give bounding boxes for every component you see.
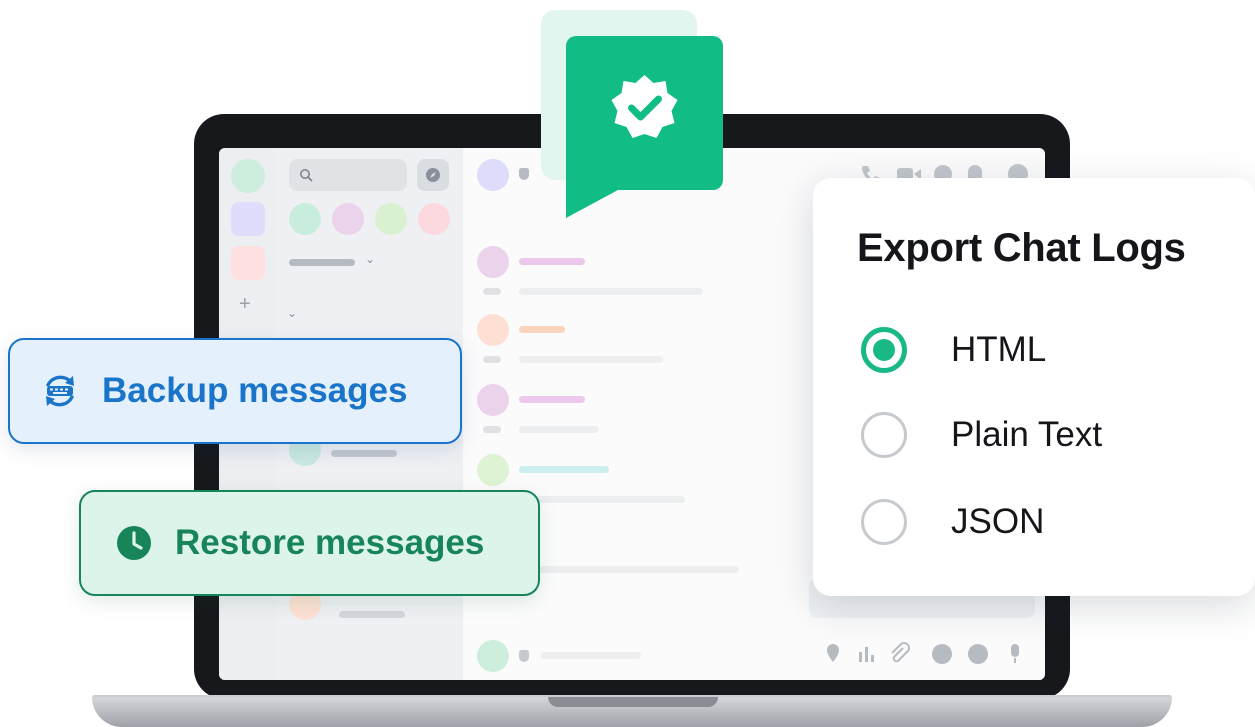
- radio-button[interactable]: [861, 412, 907, 458]
- message-author: [519, 466, 609, 473]
- format-option-plain-text[interactable]: Plain Text: [861, 407, 1231, 463]
- export-chat-logs-card: Export Chat Logs HTML Plain Text JSON: [813, 178, 1255, 596]
- emoji-icon: [932, 644, 952, 664]
- message-line: [519, 356, 663, 363]
- message-line: [483, 426, 501, 433]
- chevron-down-icon[interactable]: ⌄: [287, 306, 297, 320]
- paperclip-icon: [891, 642, 910, 663]
- message-author: [519, 258, 585, 265]
- search-input[interactable]: [289, 159, 407, 191]
- server-avatar[interactable]: [231, 246, 265, 280]
- message-avatar: [477, 314, 509, 346]
- story-avatar[interactable]: [289, 203, 321, 235]
- chevron-down-icon[interactable]: ⌄: [365, 252, 375, 266]
- message-line: [519, 288, 703, 295]
- message-line: [483, 356, 501, 363]
- location-icon: [827, 644, 839, 662]
- shield-icon: [519, 650, 529, 662]
- message-avatar: [477, 454, 509, 486]
- composer-avatar: [477, 640, 509, 672]
- format-option-html[interactable]: HTML: [861, 322, 1231, 378]
- backup-label: Backup messages: [102, 371, 408, 410]
- explore-button[interactable]: [417, 159, 449, 191]
- format-option-json[interactable]: JSON: [861, 494, 1231, 550]
- chat-name: [339, 611, 405, 618]
- search-icon: [300, 169, 313, 182]
- restore-messages-button[interactable]: Restore messages: [79, 490, 540, 596]
- composer-input[interactable]: [541, 652, 641, 659]
- chat-name: [331, 450, 397, 457]
- message-author: [519, 396, 585, 403]
- compass-icon: [426, 168, 440, 182]
- clock-icon: [117, 526, 151, 560]
- message-line: [483, 288, 501, 295]
- message-line: [519, 496, 685, 503]
- verified-badge-icon: [566, 36, 723, 218]
- message-avatar: [477, 384, 509, 416]
- composer-tools: [827, 642, 1019, 664]
- option-label: JSON: [951, 502, 1045, 541]
- story-avatar[interactable]: [375, 203, 407, 235]
- message-line: [519, 566, 739, 573]
- laptop-notch: [548, 697, 718, 707]
- sync-keyboard-icon: [46, 375, 74, 407]
- radio-button[interactable]: [861, 499, 907, 545]
- option-label: Plain Text: [951, 415, 1103, 454]
- message-author: [519, 326, 565, 333]
- card-title: Export Chat Logs: [857, 226, 1186, 270]
- option-label: HTML: [951, 330, 1047, 369]
- message-avatar: [477, 246, 509, 278]
- story-avatar[interactable]: [332, 203, 364, 235]
- story-avatar[interactable]: [418, 203, 450, 235]
- sticker-icon: [968, 644, 988, 664]
- contact-avatar: [477, 159, 509, 191]
- shield-icon: [519, 168, 529, 180]
- section-header: [289, 259, 355, 266]
- server-avatar[interactable]: [231, 202, 265, 236]
- radio-button-selected[interactable]: [861, 327, 907, 373]
- backup-messages-button[interactable]: Backup messages: [8, 338, 462, 444]
- server-avatar[interactable]: [231, 159, 265, 193]
- message-line: [519, 426, 599, 433]
- restore-label: Restore messages: [175, 523, 485, 562]
- mic-icon: [1011, 644, 1019, 657]
- add-server-icon[interactable]: +: [239, 293, 251, 316]
